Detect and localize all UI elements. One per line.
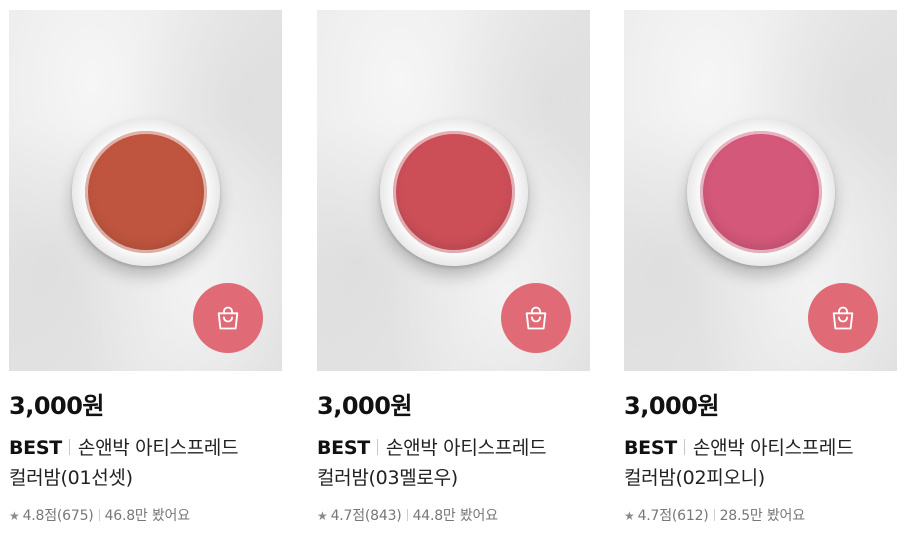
divider bbox=[68, 439, 70, 455]
product-title[interactable]: BEST 손앤박 아티스프레드 컬러밤(01선셋) bbox=[9, 433, 282, 493]
rating-text: 4.7점(843) bbox=[330, 508, 402, 524]
product-name-line1: 손앤박 아티스프레드 bbox=[692, 437, 854, 459]
product-meta: ★ 4.7점(612) 28.5만 봤어요 bbox=[624, 506, 897, 526]
star-icon: ★ bbox=[624, 509, 635, 523]
product-card[interactable]: 3,000원 BEST 손앤박 아티스프레드 컬러밤(03멜로우) ★ 4.7점(8… bbox=[317, 10, 590, 526]
product-name-line2: 컬러밤(03멜로우) bbox=[317, 467, 458, 489]
product-name-line1: 손앤박 아티스프레드 bbox=[77, 437, 239, 459]
product-name-line1: 손앤박 아티스프레드 bbox=[385, 437, 547, 459]
product-grid: 3,000원 BEST 손앤박 아티스프레드 컬러밤(01선셋) ★ 4.8점(67… bbox=[0, 0, 907, 549]
divider bbox=[713, 509, 715, 521]
best-badge: BEST bbox=[9, 437, 62, 459]
product-card[interactable]: 3,000원 BEST 손앤박 아티스프레드 컬러밤(01선셋) ★ 4.8점(67… bbox=[9, 10, 282, 526]
product-price: 3,000원 bbox=[317, 392, 413, 420]
product-meta: ★ 4.7점(843) 44.8만 봤어요 bbox=[317, 506, 590, 526]
balm-jar-image bbox=[687, 118, 835, 266]
divider bbox=[683, 439, 685, 455]
add-to-cart-button[interactable] bbox=[808, 283, 878, 353]
product-price: 3,000원 bbox=[9, 392, 105, 420]
best-badge: BEST bbox=[317, 437, 370, 459]
product-title[interactable]: BEST 손앤박 아티스프레드 컬러밤(02피오니) bbox=[624, 433, 897, 493]
best-badge: BEST bbox=[624, 437, 677, 459]
rating-text: 4.8점(675) bbox=[22, 508, 94, 524]
star-icon: ★ bbox=[317, 509, 328, 523]
product-price: 3,000원 bbox=[624, 392, 720, 420]
product-image[interactable] bbox=[9, 10, 282, 371]
balm-swatch bbox=[393, 131, 515, 253]
product-meta: ★ 4.8점(675) 46.8만 봤어요 bbox=[9, 506, 282, 526]
balm-swatch bbox=[85, 131, 207, 253]
add-to-cart-button[interactable] bbox=[193, 283, 263, 353]
views-text: 46.8만 봤어요 bbox=[104, 508, 191, 524]
product-image[interactable] bbox=[624, 10, 897, 371]
balm-jar-image bbox=[72, 118, 220, 266]
shopping-bag-icon bbox=[525, 306, 547, 330]
add-to-cart-button[interactable] bbox=[501, 283, 571, 353]
product-name-line2: 컬러밤(01선셋) bbox=[9, 467, 133, 489]
divider bbox=[376, 439, 378, 455]
product-name-line2: 컬러밤(02피오니) bbox=[624, 467, 765, 489]
product-title[interactable]: BEST 손앤박 아티스프레드 컬러밤(03멜로우) bbox=[317, 433, 590, 493]
shopping-bag-icon bbox=[217, 306, 239, 330]
rating-text: 4.7점(612) bbox=[637, 508, 709, 524]
views-text: 28.5만 봤어요 bbox=[719, 508, 806, 524]
product-card[interactable]: 3,000원 BEST 손앤박 아티스프레드 컬러밤(02피오니) ★ 4.7점(6… bbox=[624, 10, 897, 526]
shopping-bag-icon bbox=[832, 306, 854, 330]
divider bbox=[98, 509, 100, 521]
views-text: 44.8만 봤어요 bbox=[412, 508, 499, 524]
balm-swatch bbox=[700, 131, 822, 253]
balm-jar-image bbox=[380, 118, 528, 266]
divider bbox=[406, 509, 408, 521]
product-image[interactable] bbox=[317, 10, 590, 371]
star-icon: ★ bbox=[9, 509, 20, 523]
